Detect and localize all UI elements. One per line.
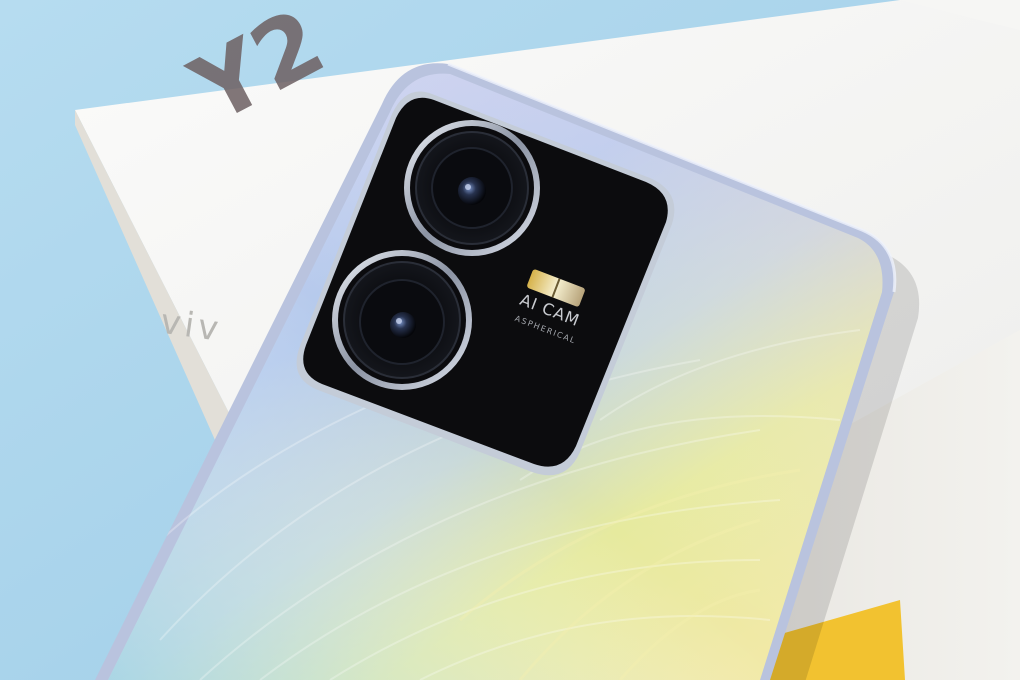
photo-canvas: Y2 viv AI CAM ASPHERICAL bbox=[0, 0, 1020, 680]
box-brand-print: viv bbox=[158, 302, 225, 350]
main-lens bbox=[404, 120, 540, 256]
secondary-lens bbox=[332, 250, 472, 390]
product-photo: Y2 viv AI CAM ASPHERICAL bbox=[0, 0, 1020, 680]
